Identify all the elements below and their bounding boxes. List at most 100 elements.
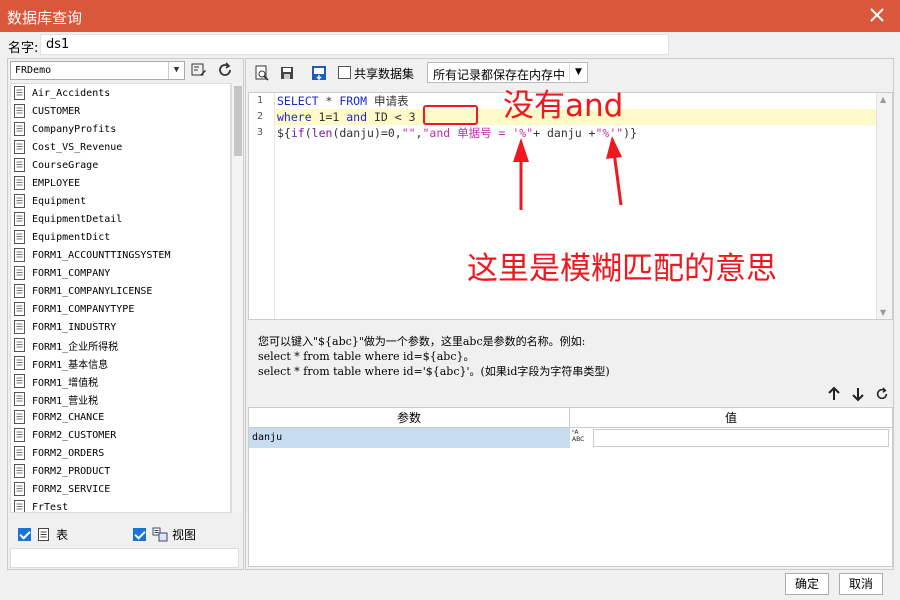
show-tables-label: 表 bbox=[56, 527, 69, 542]
list-item[interactable]: EquipmentDetail bbox=[11, 210, 230, 228]
refresh-button[interactable] bbox=[214, 60, 236, 80]
table-icon bbox=[14, 194, 25, 208]
list-item[interactable]: Air_Accidents bbox=[11, 84, 230, 102]
refresh-parameters-button[interactable] bbox=[870, 384, 894, 404]
code-token: ( bbox=[304, 126, 312, 140]
chevron-down-icon[interactable]: ▼ bbox=[168, 62, 184, 79]
list-item[interactable]: FORM2_ORDERS bbox=[11, 444, 230, 462]
code-token: 1=1 bbox=[311, 110, 347, 124]
table-browser: FRDemo ▼ Air_Accidents CUSTOMER CompanyPro… bbox=[7, 58, 244, 570]
table-icon bbox=[14, 104, 25, 118]
string-token: "and 单据号 = '%" bbox=[422, 126, 534, 140]
show-views-checkbox[interactable] bbox=[133, 527, 146, 541]
table-list: Air_Accidents CUSTOMER CompanyProfits Cost_… bbox=[10, 83, 231, 513]
table-filter-input[interactable] bbox=[10, 548, 239, 568]
list-item[interactable]: FORM1_ACCOUNTTINGSYSTEM bbox=[11, 246, 230, 264]
database-select[interactable]: FRDemo ▼ bbox=[10, 61, 185, 80]
list-item[interactable]: FrTest bbox=[11, 498, 230, 512]
scroll-down-icon[interactable]: ▼ bbox=[880, 308, 886, 317]
table-name: Cost_VS_Revenue bbox=[32, 141, 123, 153]
list-item[interactable]: FORM2_PRODUCT bbox=[11, 462, 230, 480]
list-item[interactable]: Cost_VS_Revenue bbox=[11, 138, 230, 156]
preview-button[interactable] bbox=[252, 63, 272, 83]
table-icon bbox=[14, 374, 25, 388]
show-tables-option[interactable]: 表 bbox=[18, 524, 68, 544]
editor-scrollbar[interactable]: ▲ ▼ bbox=[876, 93, 892, 319]
table-icon bbox=[14, 140, 25, 154]
table-name: Air_Accidents bbox=[32, 87, 111, 99]
list-item[interactable]: FORM2_SERVICE bbox=[11, 480, 230, 498]
table-row[interactable]: danju ⁿA ABC bbox=[249, 428, 892, 448]
table-icon bbox=[14, 338, 25, 352]
list-item[interactable]: FORM1_企业所得税 bbox=[11, 336, 230, 354]
list-item[interactable]: CourseGrage bbox=[11, 156, 230, 174]
code-token: * bbox=[318, 94, 340, 108]
arrow-up-icon bbox=[828, 386, 840, 400]
name-input[interactable]: ds1 bbox=[40, 34, 669, 55]
table-name: FORM1_INDUSTRY bbox=[32, 321, 117, 333]
table-name: FORM1_COMPANYLICENSE bbox=[32, 285, 153, 297]
ok-button[interactable]: 确定 bbox=[785, 573, 829, 595]
table-icon bbox=[14, 176, 25, 190]
hint-line: select * from table where id='${abc}'。(如… bbox=[258, 365, 610, 378]
line-number: 3 bbox=[257, 127, 264, 138]
type-text: ABC bbox=[572, 436, 585, 443]
list-item[interactable]: FORM2_CHANCE bbox=[11, 408, 230, 426]
parameter-hint: 您可以键入"${abc}"做为一个参数，这里abc是参数的名称。例如: sele… bbox=[258, 334, 610, 379]
share-dataset-label: 共享数据集 bbox=[354, 67, 415, 81]
list-item[interactable]: CompanyProfits bbox=[11, 120, 230, 138]
database-select-value: FRDemo bbox=[15, 65, 52, 76]
list-item[interactable]: FORM1_基本信息 bbox=[11, 354, 230, 372]
code-token: + danju + bbox=[533, 126, 596, 140]
code-line-1: SELECT * FROM 申请表 bbox=[277, 93, 408, 109]
view-icon bbox=[152, 527, 168, 541]
table-name: EMPLOYEE bbox=[32, 177, 81, 189]
edit-connection-button[interactable] bbox=[188, 60, 210, 80]
parameter-toolbar bbox=[822, 384, 894, 404]
show-views-label: 视图 bbox=[172, 527, 197, 542]
table-name: CompanyProfits bbox=[32, 123, 117, 135]
refresh-icon bbox=[876, 387, 888, 400]
list-item[interactable]: FORM1_COMPANYLICENSE bbox=[11, 282, 230, 300]
list-item[interactable]: FORM1_营业税 bbox=[11, 390, 230, 408]
save-icon bbox=[281, 67, 293, 79]
cancel-button[interactable]: 取消 bbox=[839, 573, 883, 595]
code-token: ${ bbox=[277, 126, 291, 140]
list-item[interactable]: FORM1_COMPANYTYPE bbox=[11, 300, 230, 318]
table-name: FORM2_CHANCE bbox=[32, 411, 105, 423]
list-item[interactable]: EquipmentDict bbox=[11, 228, 230, 246]
keyword: where bbox=[277, 110, 312, 124]
table-name: FORM2_PRODUCT bbox=[32, 465, 111, 477]
share-dataset-checkbox[interactable] bbox=[338, 66, 351, 79]
keyword: FROM bbox=[339, 94, 368, 108]
code-token: ID < 3 bbox=[367, 110, 416, 124]
scroll-up-icon[interactable]: ▲ bbox=[880, 95, 886, 104]
parameter-value-input[interactable] bbox=[593, 429, 889, 447]
import-button[interactable] bbox=[309, 63, 329, 83]
list-item[interactable]: CUSTOMER bbox=[11, 102, 230, 120]
show-views-option[interactable]: 视图 bbox=[133, 524, 196, 544]
list-item[interactable]: FORM1_INDUSTRY bbox=[11, 318, 230, 336]
column-header-param[interactable]: 参数 bbox=[249, 408, 570, 428]
table-list-scrollbar[interactable] bbox=[231, 83, 243, 513]
list-item[interactable]: FORM2_CUSTOMER bbox=[11, 426, 230, 444]
close-icon[interactable] bbox=[866, 4, 888, 26]
table-icon bbox=[14, 320, 25, 334]
save-button[interactable] bbox=[277, 63, 297, 83]
table-name: FORM1_增值税 bbox=[32, 377, 99, 389]
column-header-value[interactable]: 值 bbox=[570, 408, 892, 428]
show-tables-checkbox[interactable] bbox=[18, 527, 31, 541]
parameter-name[interactable]: danju bbox=[249, 428, 570, 448]
table-icon bbox=[14, 248, 25, 262]
move-up-button[interactable] bbox=[822, 384, 846, 404]
list-item[interactable]: Equipment bbox=[11, 192, 230, 210]
list-item[interactable]: EMPLOYEE bbox=[11, 174, 230, 192]
move-down-button[interactable] bbox=[846, 384, 870, 404]
table-name: FORM2_ORDERS bbox=[32, 447, 105, 459]
list-item[interactable]: FORM1_COMPANY bbox=[11, 264, 230, 282]
scrollbar-thumb[interactable] bbox=[234, 86, 242, 156]
list-item[interactable]: FORM1_增值税 bbox=[11, 372, 230, 390]
type-selector-icon[interactable]: ⁿA ABC bbox=[572, 429, 592, 447]
table-name: CUSTOMER bbox=[32, 105, 81, 117]
code-line-2: where 1=1 and ID < 3 bbox=[277, 109, 416, 125]
